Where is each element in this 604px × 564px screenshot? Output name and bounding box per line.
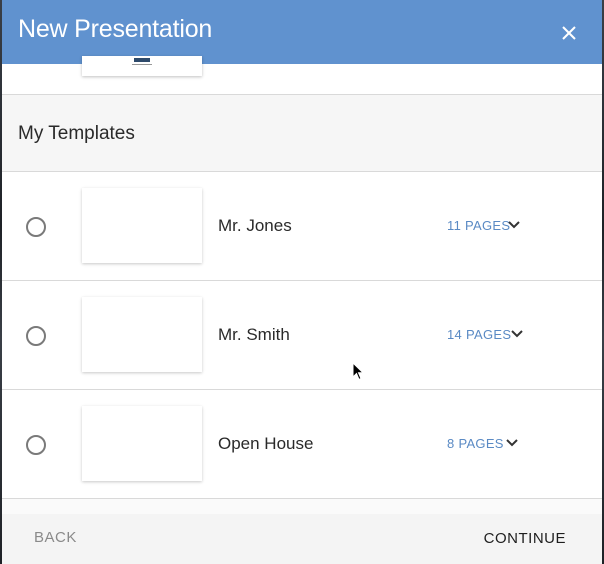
section-label: My Templates bbox=[18, 123, 135, 144]
template-name: Open House bbox=[218, 434, 314, 453]
continue-button[interactable]: CONTINUE bbox=[484, 530, 566, 547]
template-thumbnail bbox=[82, 406, 202, 481]
dialog-footer: BACK CONTINUE bbox=[2, 514, 602, 564]
chevron-down-icon[interactable] bbox=[507, 220, 521, 230]
template-pages-count[interactable]: 11 PAGES bbox=[447, 218, 510, 233]
template-thumbnail bbox=[82, 188, 202, 263]
my-templates-header: My Templates bbox=[2, 95, 602, 172]
template-thumbnail bbox=[82, 297, 202, 372]
template-thumbnail bbox=[82, 56, 202, 76]
template-name: Mr. Smith bbox=[218, 325, 290, 344]
template-row[interactable]: Open House 8 PAGES bbox=[2, 390, 602, 499]
chevron-down-icon[interactable] bbox=[505, 438, 519, 448]
template-radio[interactable] bbox=[26, 217, 46, 237]
close-icon[interactable] bbox=[558, 22, 580, 44]
template-radio[interactable] bbox=[26, 435, 46, 455]
template-name: Mr. Jones bbox=[218, 216, 292, 235]
mouse-pointer-icon bbox=[352, 362, 365, 381]
template-row[interactable]: Mr. Smith 14 PAGES bbox=[2, 281, 602, 390]
dialog-title: New Presentation bbox=[18, 15, 213, 43]
chevron-down-icon[interactable] bbox=[510, 329, 524, 339]
template-row[interactable]: Mr. Jones 11 PAGES bbox=[2, 172, 602, 281]
new-presentation-dialog: New Presentation My Templates Mr. Jones … bbox=[2, 0, 602, 564]
template-pages-count[interactable]: 14 PAGES bbox=[447, 327, 511, 342]
template-row-partial[interactable] bbox=[2, 56, 602, 95]
back-button[interactable]: BACK bbox=[34, 529, 77, 546]
dialog-header: New Presentation bbox=[2, 0, 602, 64]
template-radio[interactable] bbox=[26, 326, 46, 346]
template-pages-count[interactable]: 8 PAGES bbox=[447, 436, 504, 451]
